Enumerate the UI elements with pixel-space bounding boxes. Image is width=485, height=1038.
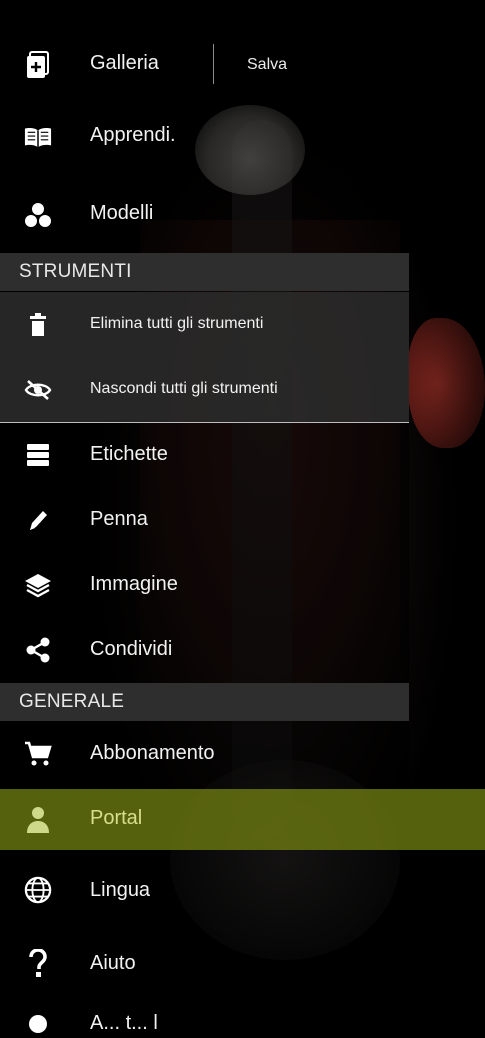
aiuto-item[interactable]: Aiuto	[0, 938, 409, 988]
immagine-item[interactable]: Immagine	[0, 560, 409, 610]
book-icon	[24, 123, 52, 151]
generale-section-label: GENERALE	[19, 691, 125, 712]
condividi-label: Condividi	[90, 638, 173, 660]
list-icon	[24, 441, 52, 469]
nascondi-item[interactable]: Nascondi tutti gli strumenti	[0, 365, 409, 415]
partial-icon	[24, 1010, 52, 1038]
galleria-item[interactable]: Galleria	[0, 40, 409, 90]
question-icon	[24, 949, 52, 977]
scene-shade	[408, 0, 485, 1024]
nascondi-label: Nascondi tutti gli strumenti	[90, 380, 278, 397]
strumenti-section-label: STRUMENTI	[19, 261, 132, 282]
condividi-item[interactable]: Condividi	[0, 625, 409, 675]
portal-item-inner: Portal	[0, 789, 409, 850]
generale-section-header: GENERALE	[0, 683, 409, 721]
abbonamento-item[interactable]: Abbonamento	[0, 729, 409, 779]
trash-icon	[24, 311, 52, 339]
person-icon	[24, 806, 52, 834]
aiuto-label: Aiuto	[90, 952, 136, 974]
penna-item[interactable]: Penna	[0, 495, 409, 545]
lingua-item[interactable]: Lingua	[0, 865, 409, 915]
pen-icon	[24, 506, 52, 534]
circles-icon	[24, 201, 52, 229]
portal-item[interactable]: Portal	[0, 789, 485, 850]
apprendi-label: Apprendi.	[90, 124, 176, 146]
modelli-label: Modelli	[90, 202, 154, 224]
modelli-item[interactable]: Modelli	[0, 190, 409, 240]
apprendi-item[interactable]: Apprendi.	[0, 112, 409, 162]
elimina-item[interactable]: Elimina tutti gli strumenti	[0, 300, 409, 350]
etichette-item[interactable]: Etichette	[0, 430, 409, 480]
etichette-label: Etichette	[90, 443, 168, 465]
header-divider	[213, 44, 214, 84]
partial-item[interactable]: A... t... l	[0, 1008, 409, 1038]
elimina-label: Elimina tutti gli strumenti	[90, 315, 264, 332]
immagine-label: Immagine	[90, 573, 178, 595]
globe-icon	[24, 876, 52, 904]
share-icon	[24, 636, 52, 664]
lingua-label: Lingua	[90, 879, 151, 901]
add-photo-icon	[24, 51, 52, 79]
salva-button[interactable]: Salva	[247, 56, 287, 74]
galleria-label: Galleria	[90, 52, 159, 74]
cart-icon	[24, 740, 52, 768]
portal-label: Portal	[90, 807, 143, 829]
eye-off-icon	[24, 376, 52, 404]
layers-icon	[24, 571, 52, 599]
penna-label: Penna	[90, 508, 148, 530]
strumenti-section-header: STRUMENTI	[0, 253, 409, 291]
abbonamento-label: Abbonamento	[90, 742, 215, 764]
